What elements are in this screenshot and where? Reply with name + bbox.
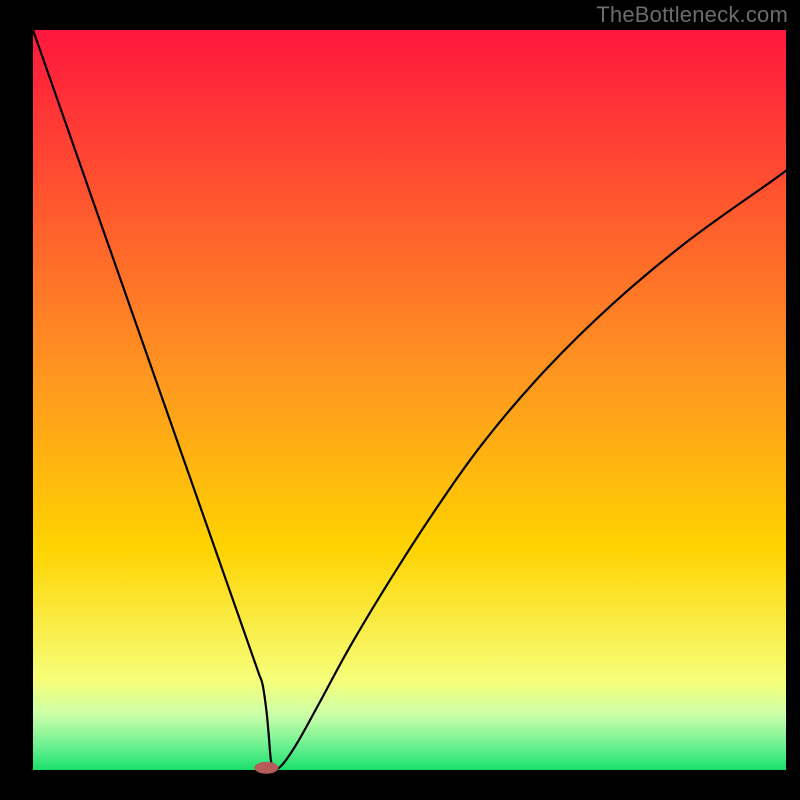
chart-svg bbox=[0, 0, 800, 800]
minimum-marker bbox=[254, 762, 278, 774]
plot-background bbox=[33, 30, 786, 770]
watermark-text: TheBottleneck.com bbox=[596, 2, 788, 28]
chart-frame: TheBottleneck.com bbox=[0, 0, 800, 800]
